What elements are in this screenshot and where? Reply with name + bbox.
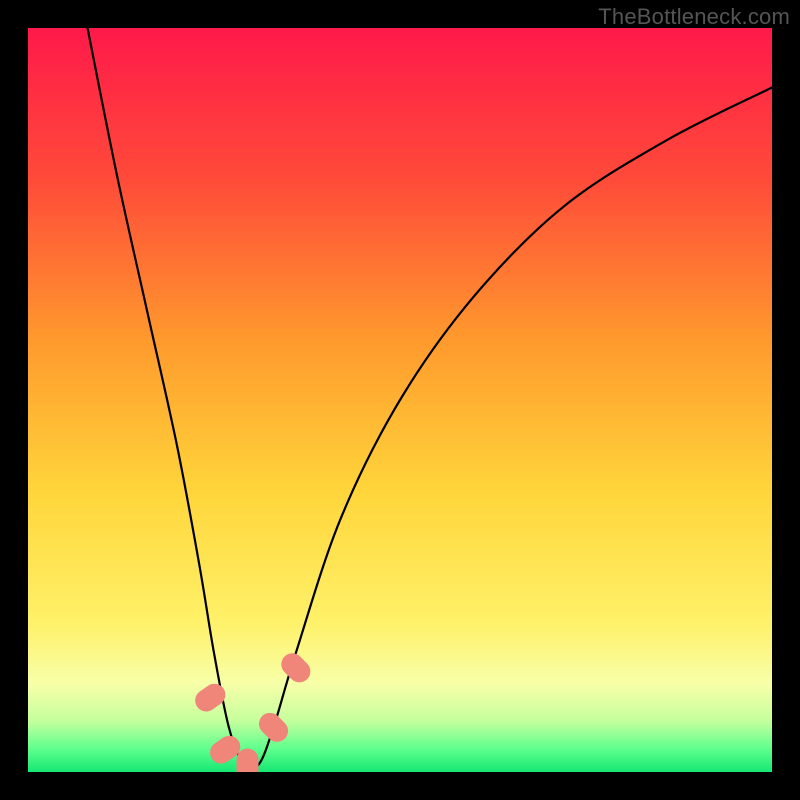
curve-markers-group	[191, 649, 315, 772]
attribution-text: TheBottleneck.com	[598, 4, 790, 30]
marker-3	[236, 749, 258, 772]
marker-5	[277, 649, 315, 687]
chart-frame	[28, 28, 772, 772]
chart-svg	[28, 28, 772, 772]
marker-4	[254, 708, 292, 746]
bottleneck-curve-path	[88, 28, 772, 769]
